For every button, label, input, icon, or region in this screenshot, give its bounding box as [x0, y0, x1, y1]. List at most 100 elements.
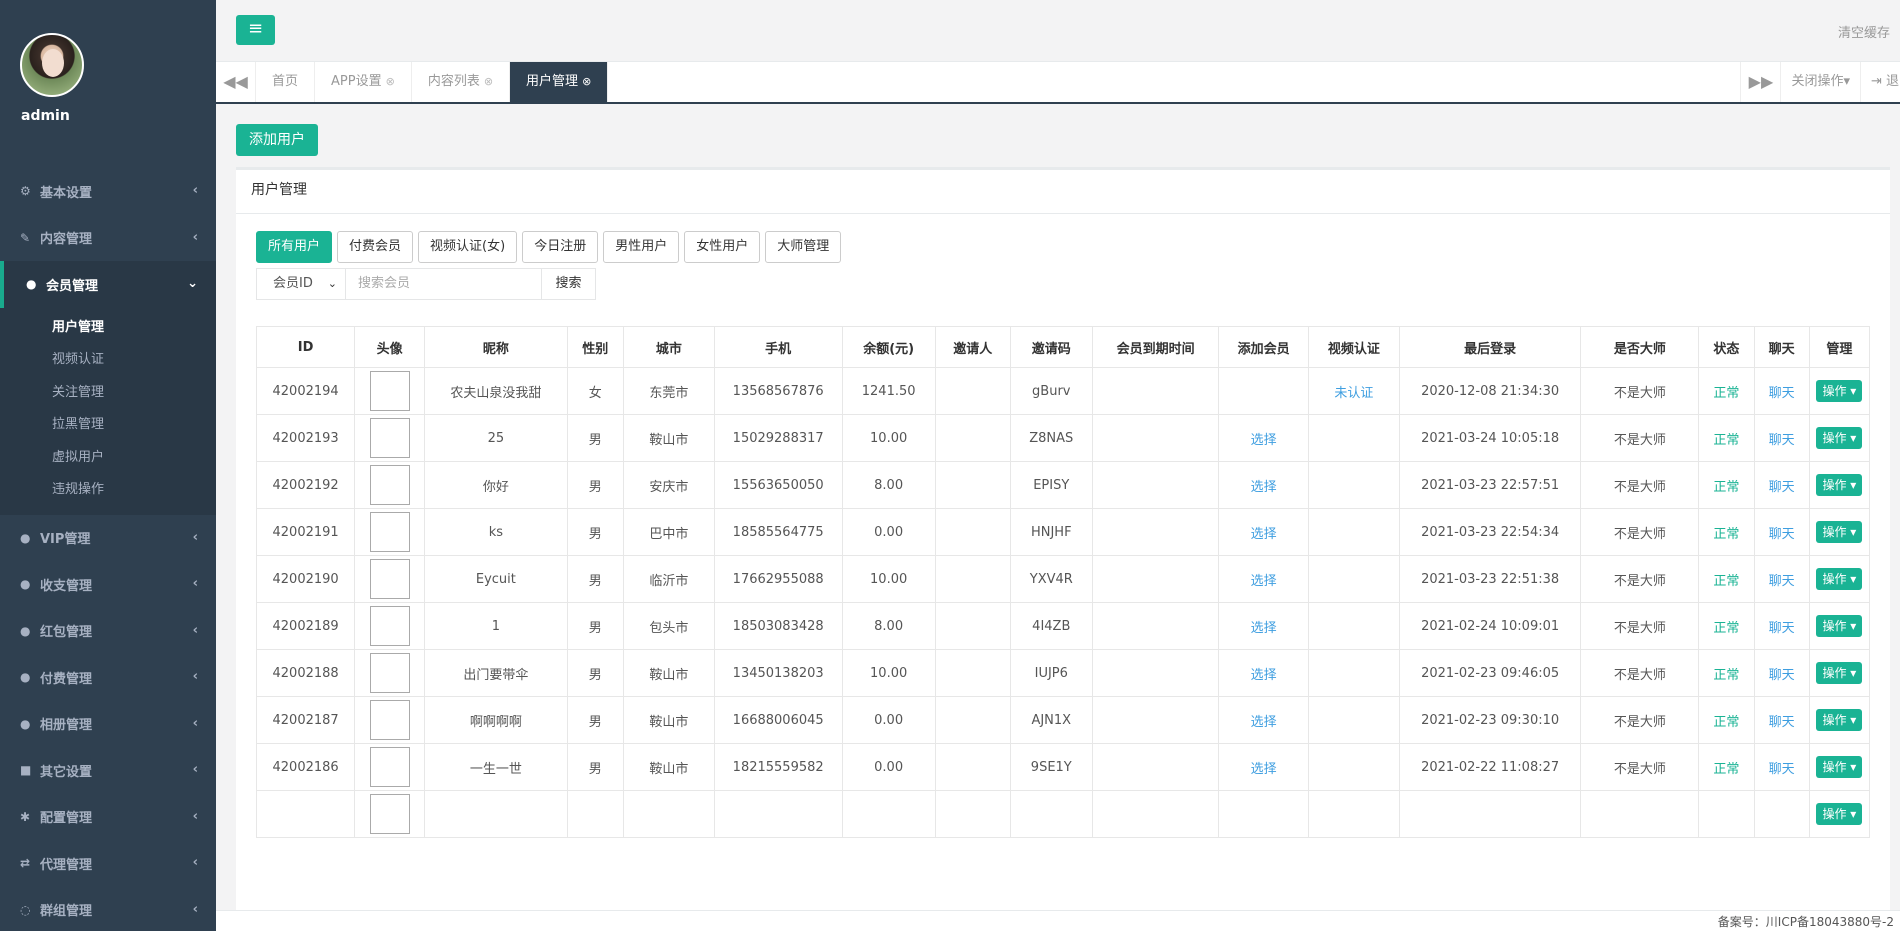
- row-actions-button[interactable]: 操作 ▾: [1816, 474, 1863, 496]
- sidebar-item-members[interactable]: ● 会员管理 ⌄: [0, 261, 216, 308]
- sidebar-item-other-settings[interactable]: ■ 其它设置 ‹: [0, 747, 216, 794]
- add-user-button[interactable]: 添加用户: [236, 124, 318, 156]
- logout-button[interactable]: ⇥ 退出: [1860, 62, 1900, 102]
- avatar-thumbnail[interactable]: [369, 371, 410, 411]
- cell-master: 不是大师: [1580, 414, 1700, 462]
- chat-link[interactable]: 聊天: [1769, 480, 1795, 495]
- sidebar-item-paid[interactable]: ● 付费管理 ‹: [0, 654, 216, 701]
- filter-female-users[interactable]: 女性用户: [684, 231, 761, 263]
- row-actions-button[interactable]: 操作 ▾: [1816, 568, 1863, 590]
- row-actions-button[interactable]: 操作 ▾: [1816, 803, 1863, 825]
- avatar-thumbnail[interactable]: [369, 465, 410, 505]
- sidebar-item-agent[interactable]: ⇄ 代理管理 ‹: [0, 840, 216, 887]
- chat-link[interactable]: 聊天: [1769, 621, 1795, 636]
- tabs-scroll-right-button[interactable]: ▶▶: [1740, 62, 1780, 102]
- filter-paid-members[interactable]: 付费会员: [337, 231, 414, 263]
- search-input[interactable]: 搜索会员: [346, 268, 542, 300]
- status-text[interactable]: 正常: [1713, 762, 1739, 777]
- status-text[interactable]: 正常: [1713, 527, 1739, 542]
- tabs-scroll-left-button[interactable]: ◀◀: [216, 62, 256, 102]
- tab-home[interactable]: 首页: [256, 62, 316, 102]
- sidebar-item-vip[interactable]: ● VIP管理 ‹: [0, 515, 216, 562]
- cell-id: [256, 790, 356, 838]
- row-actions-button[interactable]: 操作 ▾: [1816, 615, 1863, 637]
- status-text[interactable]: 正常: [1713, 574, 1739, 589]
- submenu-item-virtual-users[interactable]: 虚拟用户: [0, 442, 216, 475]
- sidebar-item-config[interactable]: ✱ 配置管理 ‹: [0, 794, 216, 841]
- cell-expire: [1091, 461, 1220, 509]
- submenu-item-follow[interactable]: 关注管理: [0, 377, 216, 410]
- cell-text: 巴中市: [649, 526, 689, 542]
- chat-link[interactable]: 聊天: [1769, 574, 1795, 589]
- row-actions-button[interactable]: 操作 ▾: [1816, 662, 1863, 684]
- chat-link[interactable]: 聊天: [1769, 668, 1795, 683]
- status-text[interactable]: 正常: [1713, 386, 1739, 401]
- row-actions-button[interactable]: 操作 ▾: [1816, 756, 1863, 778]
- video-verify-status[interactable]: 未认证: [1334, 386, 1373, 401]
- row-actions-button[interactable]: 操作 ▾: [1816, 709, 1863, 731]
- submenu-item-blacklist[interactable]: 拉黑管理: [0, 409, 216, 442]
- filter-male-users[interactable]: 男性用户: [603, 231, 680, 263]
- add-member-link[interactable]: 选择: [1251, 621, 1277, 636]
- sidebar-item-redpacket[interactable]: ● 红包管理 ‹: [0, 608, 216, 655]
- row-actions-button[interactable]: 操作 ▾: [1816, 380, 1863, 402]
- tab-content-list[interactable]: 内容列表 ⊗: [412, 62, 511, 102]
- status-text[interactable]: 正常: [1713, 480, 1739, 495]
- menu-toggle-button[interactable]: ≡: [236, 15, 275, 45]
- sidebar-item-content[interactable]: ✎ 内容管理 ‹: [0, 215, 216, 262]
- sidebar-item-album[interactable]: ● 相册管理 ‹: [0, 701, 216, 748]
- filter-master-management[interactable]: 大师管理: [765, 231, 842, 263]
- status-text[interactable]: 正常: [1713, 621, 1739, 636]
- row-actions-button[interactable]: 操作 ▾: [1816, 521, 1863, 543]
- sidebar-item-finance[interactable]: ● 收支管理 ‹: [0, 561, 216, 608]
- add-member-link[interactable]: 选择: [1251, 527, 1277, 542]
- avatar-thumbnail[interactable]: [369, 653, 410, 693]
- add-member-link[interactable]: 选择: [1251, 480, 1277, 495]
- sidebar-item-basic-settings[interactable]: ⚙ 基本设置 ‹: [0, 168, 216, 215]
- add-member-link[interactable]: 选择: [1251, 574, 1277, 589]
- close-icon[interactable]: ⊗: [484, 75, 493, 88]
- submenu-item-user-management[interactable]: 用户管理: [0, 312, 216, 345]
- chat-link[interactable]: 聊天: [1769, 386, 1795, 401]
- add-member-link[interactable]: 选择: [1251, 433, 1277, 448]
- tab-app-settings[interactable]: APP设置 ⊗: [315, 62, 412, 102]
- tab-user-management[interactable]: 用户管理 ⊗: [510, 62, 609, 102]
- status-text[interactable]: 正常: [1713, 433, 1739, 448]
- cell-op: 操作 ▾: [1808, 461, 1870, 509]
- filter-today-registered[interactable]: 今日注册: [522, 231, 599, 263]
- filter-all-users[interactable]: 所有用户: [256, 231, 333, 263]
- clear-cache-link[interactable]: 清空缓存: [1838, 22, 1890, 41]
- avatar-thumbnail[interactable]: [369, 606, 410, 646]
- submenu-item-violations[interactable]: 违规操作: [0, 474, 216, 507]
- close-icon[interactable]: ⊗: [582, 75, 591, 88]
- search-field-select[interactable]: 会员ID ⌄: [256, 268, 346, 300]
- cell-text: Eycuit: [475, 571, 516, 587]
- chat-link[interactable]: 聊天: [1769, 433, 1795, 448]
- chat-link[interactable]: 聊天: [1769, 762, 1795, 777]
- avatar-thumbnail[interactable]: [369, 418, 410, 458]
- close-operations-dropdown[interactable]: 关闭操作▾: [1780, 62, 1860, 102]
- add-member-link[interactable]: 选择: [1251, 762, 1277, 777]
- avatar-thumbnail[interactable]: [369, 747, 410, 787]
- cell-city: 东莞市: [623, 367, 715, 415]
- row-actions-button[interactable]: 操作 ▾: [1816, 427, 1863, 449]
- avatar-thumbnail[interactable]: [369, 794, 410, 834]
- chat-link[interactable]: 聊天: [1769, 715, 1795, 730]
- cell-last: 2021-03-24 10:05:18: [1398, 414, 1582, 462]
- avatar-thumbnail[interactable]: [369, 512, 410, 552]
- filter-video-verified-female[interactable]: 视频认证(女): [418, 231, 518, 263]
- username[interactable]: admin: [21, 108, 70, 124]
- add-member-link[interactable]: 选择: [1251, 668, 1277, 683]
- search-button[interactable]: 搜索: [542, 268, 596, 300]
- add-member-link[interactable]: 选择: [1251, 715, 1277, 730]
- sidebar-item-groups[interactable]: ◌ 群组管理 ‹: [0, 887, 216, 931]
- submenu-item-video-verify[interactable]: 视频认证: [0, 344, 216, 377]
- cell-master: 不是大师: [1580, 602, 1700, 650]
- chat-link[interactable]: 聊天: [1769, 527, 1795, 542]
- close-icon[interactable]: ⊗: [386, 75, 395, 88]
- status-text[interactable]: 正常: [1713, 715, 1739, 730]
- avatar-thumbnail[interactable]: [369, 559, 410, 599]
- avatar[interactable]: [20, 33, 84, 97]
- avatar-thumbnail[interactable]: [369, 700, 410, 740]
- status-text[interactable]: 正常: [1713, 668, 1739, 683]
